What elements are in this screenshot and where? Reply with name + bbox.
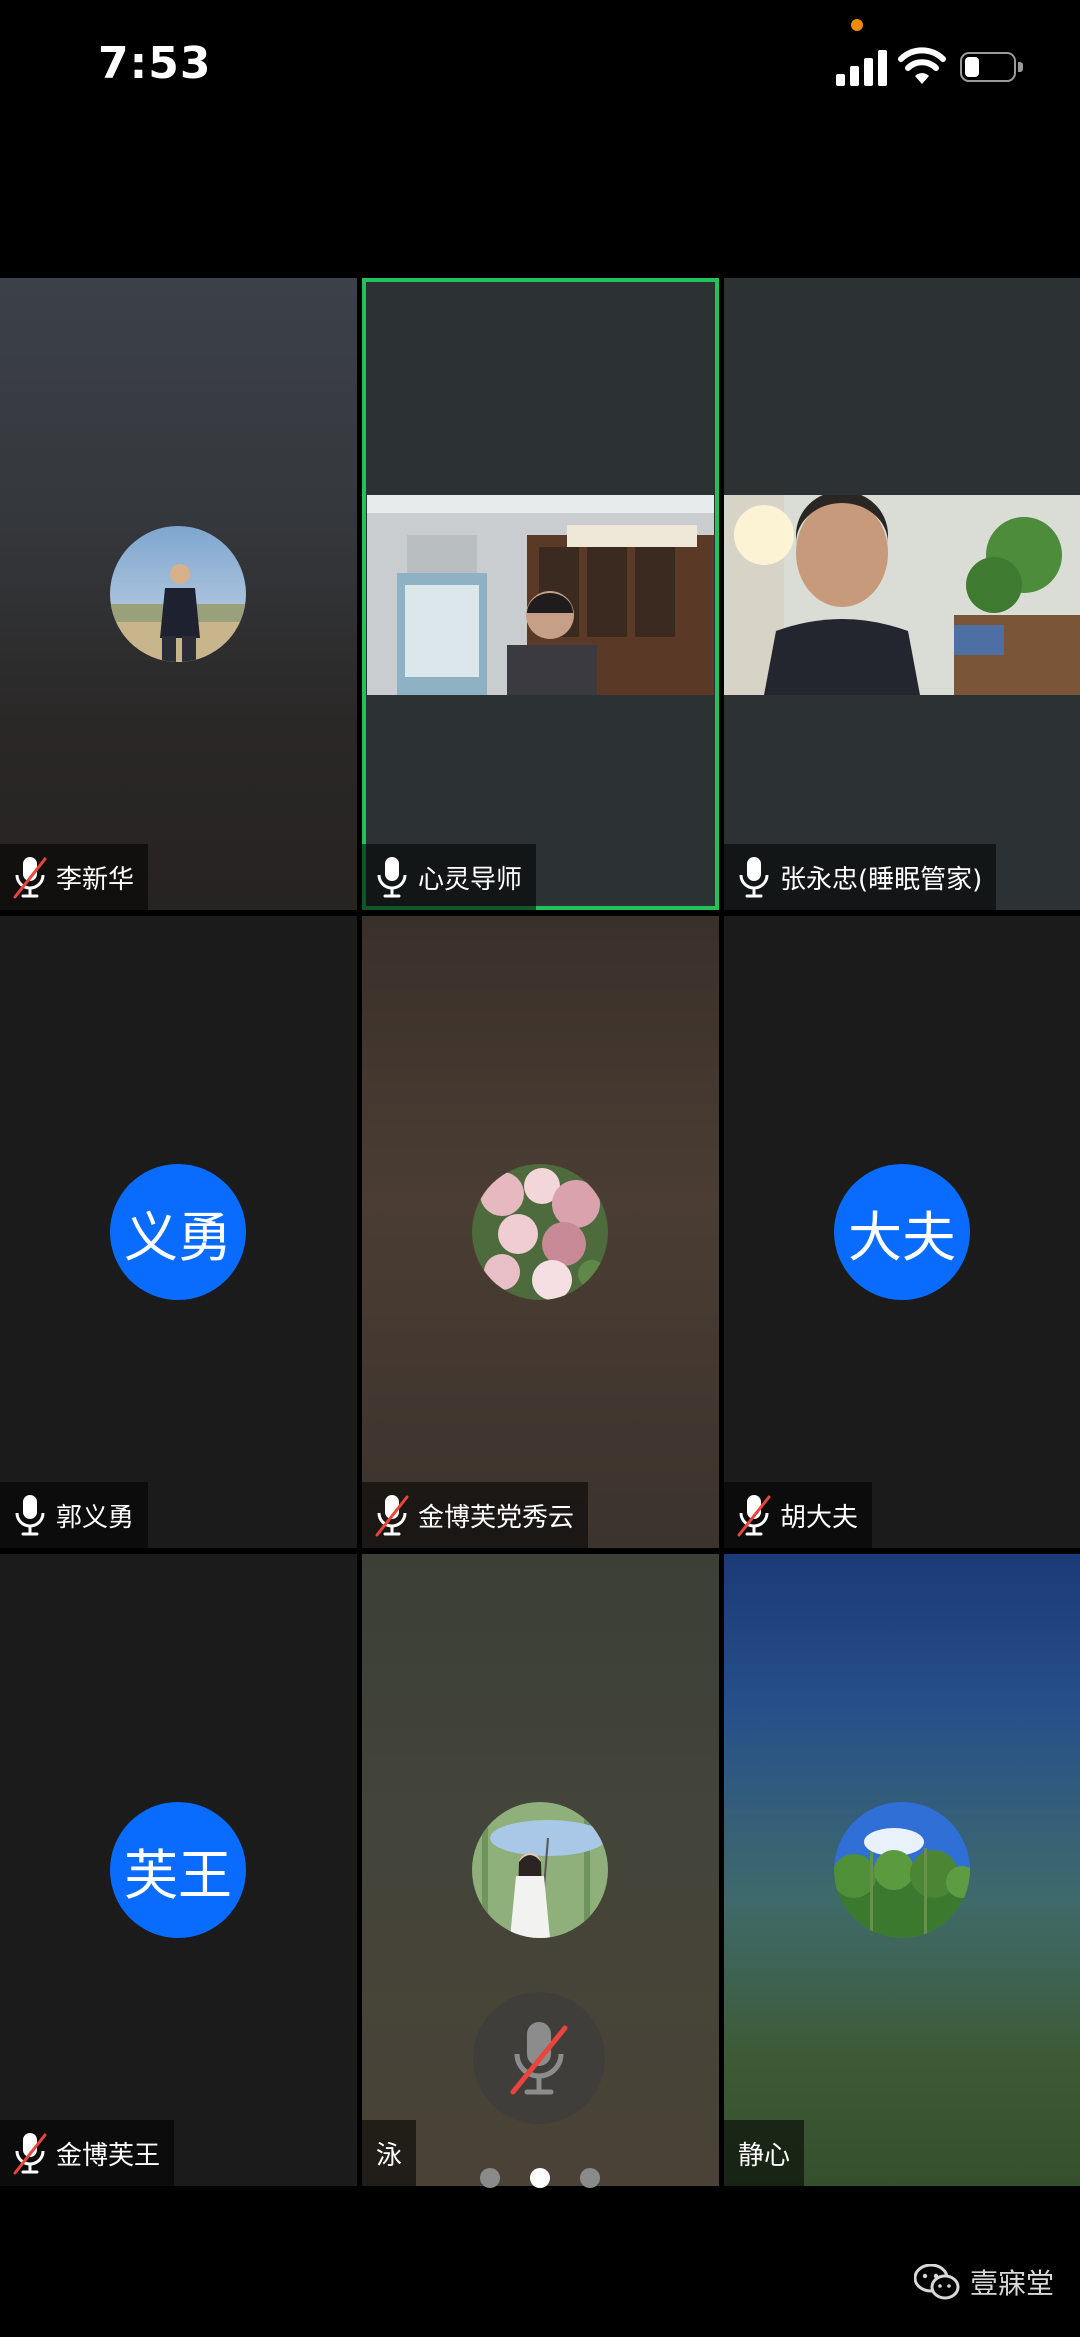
participant-tile[interactable]: 大夫 胡大夫 [724,916,1080,1548]
participant-name-tag: 郭义勇 [0,1482,149,1548]
participant-name: 郭义勇 [56,1502,135,1533]
mic-muted-icon [510,2022,568,2095]
participant-avatar [472,1802,608,1938]
participant-tile[interactable]: 静心 [724,1554,1080,2186]
participant-tile[interactable]: 张永忠(睡眠管家) [724,278,1080,910]
participant-avatar [110,526,246,662]
watermark: 壹寐堂 [914,2262,1054,2302]
participant-tile[interactable]: 义勇 郭义勇 [0,916,357,1548]
wifi-icon [898,47,946,84]
page-dot-active[interactable] [530,2168,550,2188]
page-indicator[interactable] [480,2168,610,2192]
initials-avatar: 芙王 [110,1802,246,1938]
mic-muted-icon [12,2131,48,2175]
mic-icon [736,855,772,899]
cellular-signal-icon [836,50,888,86]
participant-video [724,495,1080,695]
mic-muted-icon [374,1493,410,1537]
battery-icon [960,52,1026,84]
participant-name: 张永忠(睡眠管家) [780,864,983,895]
wechat-icon [914,2264,960,2300]
participant-name-tag: 李新华 [0,844,149,910]
participant-name-tag: 张永忠(睡眠管家) [724,844,997,910]
status-time: 7:53 [98,38,212,89]
participant-name-tag: 金博芙党秀云 [362,1482,589,1548]
participant-tile[interactable]: 芙王 金博芙王 [0,1554,357,2186]
participant-avatar [472,1164,608,1300]
participant-name: 金博芙党秀云 [418,1502,575,1533]
participant-name: 金博芙王 [56,2140,161,2171]
participant-name-tag: 泳 [362,2120,417,2186]
participant-tile[interactable]: 金博芙党秀云 [362,916,719,1548]
participant-video [367,495,714,695]
initials-avatar: 大夫 [834,1164,970,1300]
mic-muted-icon [12,855,48,899]
initials-avatar: 义勇 [110,1164,246,1300]
participant-name-tag: 金博芙王 [0,2120,175,2186]
status-bar: 7:53 [0,0,1080,140]
participant-name: 静心 [738,2140,791,2171]
participant-name: 泳 [376,2140,403,2171]
participant-name: 李新华 [56,864,135,895]
mic-icon [12,1493,48,1537]
watermark-text: 壹寐堂 [970,2267,1055,2300]
participant-name: 胡大夫 [780,1502,859,1533]
participant-tile-active-speaker[interactable]: 心灵导师 [362,278,719,910]
participant-name-tag: 胡大夫 [724,1482,873,1548]
participant-name-tag: 静心 [724,2120,805,2186]
participant-name: 心灵导师 [418,864,523,895]
participant-avatar [834,1802,970,1938]
mic-muted-icon [736,1493,772,1537]
mute-microphone-button[interactable] [473,1992,605,2124]
camera-indicator-icon [851,19,863,31]
participant-tile[interactable]: 李新华 [0,278,357,910]
page-dot[interactable] [580,2168,600,2188]
mic-icon [374,855,410,899]
participant-name-tag: 心灵导师 [362,844,537,910]
battery-level [965,57,979,77]
page-dot[interactable] [480,2168,500,2188]
